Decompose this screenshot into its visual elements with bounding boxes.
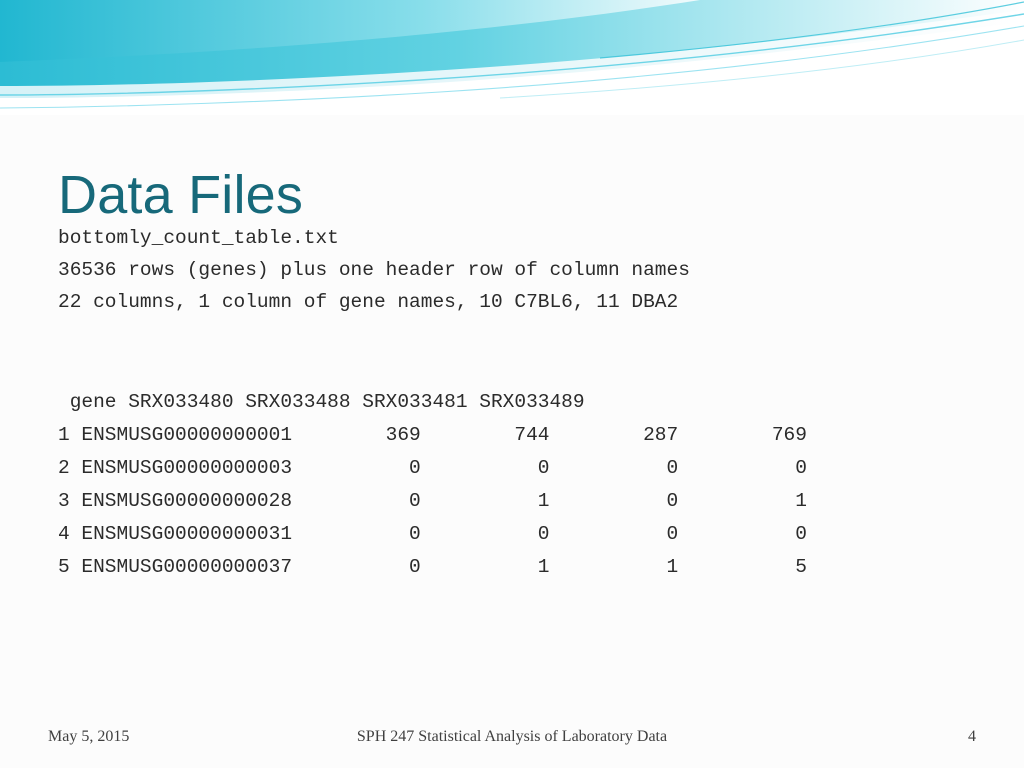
description-line-3: 22 columns, 1 column of gene names, 10 C… bbox=[58, 291, 679, 313]
description-line-2: 36536 rows (genes) plus one header row o… bbox=[58, 259, 690, 281]
count-table-preview: gene SRX033480 SRX033488 SRX033481 SRX03… bbox=[58, 391, 807, 578]
description-line-1: bottomly_count_table.txt bbox=[58, 227, 339, 249]
footer-page-number: 4 bbox=[968, 728, 976, 745]
slide-footer: May 5, 2015 SPH 247 Statistical Analysis… bbox=[0, 722, 1024, 768]
footer-course-title: SPH 247 Statistical Analysis of Laborato… bbox=[356, 728, 668, 745]
slide: Data Files bottomly_count_table.txt 3653… bbox=[0, 0, 1024, 768]
decorative-header-banner bbox=[0, 0, 1024, 115]
page-title: Data Files bbox=[58, 165, 304, 226]
file-description: bottomly_count_table.txt 36536 rows (gen… bbox=[58, 222, 690, 318]
